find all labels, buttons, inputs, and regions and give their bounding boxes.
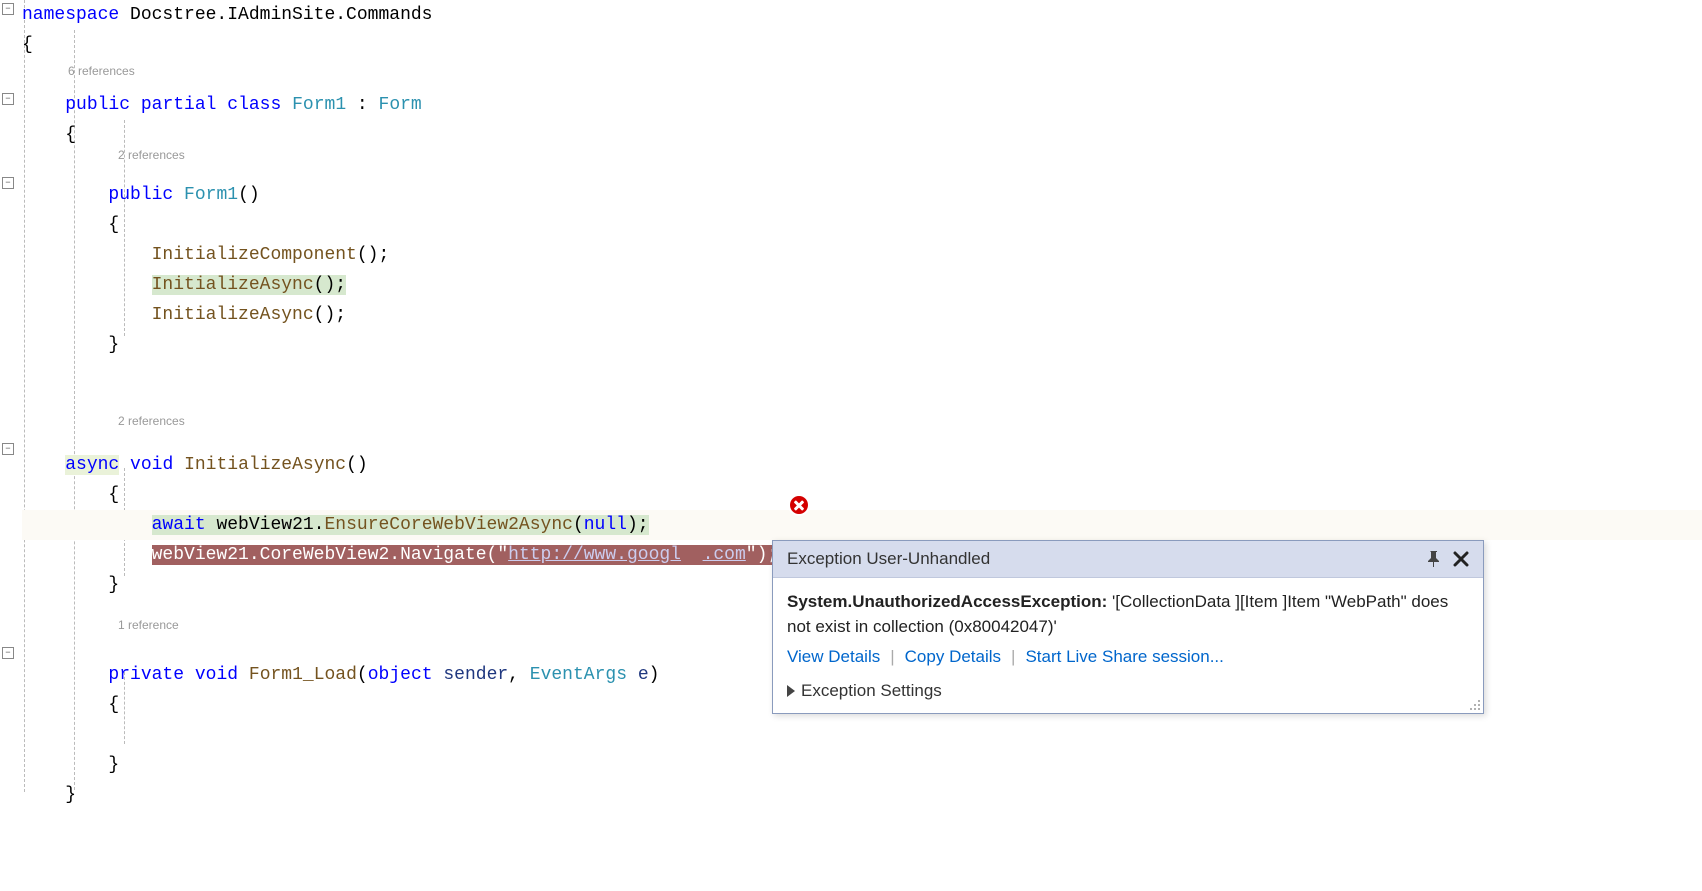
current-line[interactable]: await webView21.EnsureCoreWebView2Async(… — [22, 510, 1702, 540]
expand-icon — [787, 685, 795, 697]
popup-header[interactable]: Exception User-Unhandled — [773, 541, 1483, 578]
code-line[interactable]: namespace Docstree.IAdminSite.Commands — [22, 0, 1702, 30]
fold-toggle[interactable]: − — [2, 177, 14, 189]
spacer-line — [22, 420, 1702, 450]
popup-title: Exception User-Unhandled — [787, 549, 990, 569]
code-line[interactable]: public partial class Form1 : Form — [22, 90, 1702, 120]
code-line[interactable]: { — [22, 480, 1702, 510]
exception-settings-toggle[interactable]: Exception Settings — [773, 677, 1483, 713]
exception-settings-label: Exception Settings — [801, 681, 942, 701]
error-icon[interactable] — [788, 494, 810, 516]
code-line[interactable]: async void InitializeAsync() — [22, 450, 1702, 480]
popup-actions: View Details | Copy Details | Start Live… — [773, 647, 1483, 677]
spacer-line — [22, 150, 1702, 180]
code-editor[interactable]: − − − − − namespace Docstree.IAdminSite.… — [0, 0, 1702, 891]
view-details-link[interactable]: View Details — [787, 647, 880, 667]
pin-icon[interactable] — [1427, 551, 1441, 567]
namespace-name: Docstree.IAdminSite.Commands — [119, 5, 432, 25]
copy-details-link[interactable]: Copy Details — [905, 647, 1001, 667]
code-line[interactable]: { — [22, 30, 1702, 60]
blank-line — [22, 360, 1702, 390]
code-line[interactable]: public Form1() — [22, 180, 1702, 210]
keyword: namespace — [22, 5, 119, 25]
fold-toggle[interactable]: − — [2, 93, 14, 105]
blank-line — [22, 720, 1702, 750]
fold-toggle[interactable]: − — [2, 443, 14, 455]
spacer-line — [22, 60, 1702, 90]
exception-popup[interactable]: Exception User-Unhandled System.Unauthor… — [772, 540, 1484, 714]
code-area[interactable]: namespace Docstree.IAdminSite.Commands {… — [18, 0, 1702, 891]
fold-gutter: − − − − − — [0, 0, 18, 891]
exception-message: System.UnauthorizedAccessException: '[Co… — [773, 578, 1483, 647]
code-line[interactable]: { — [22, 120, 1702, 150]
blank-line — [22, 390, 1702, 420]
code-line[interactable]: InitializeComponent(); — [22, 240, 1702, 270]
exception-type: System.UnauthorizedAccessException: — [787, 592, 1107, 611]
fold-toggle[interactable]: − — [2, 647, 14, 659]
live-share-link[interactable]: Start Live Share session... — [1025, 647, 1223, 667]
code-line[interactable]: } — [22, 330, 1702, 360]
code-line[interactable]: InitializeAsync(); — [22, 300, 1702, 330]
resize-grip[interactable] — [1467, 697, 1481, 711]
code-line[interactable]: InitializeAsync(); — [22, 270, 1702, 300]
code-line[interactable]: } — [22, 780, 1702, 810]
code-line[interactable]: } — [22, 750, 1702, 780]
separator: | — [1011, 647, 1015, 667]
separator: | — [890, 647, 894, 667]
close-icon[interactable] — [1453, 551, 1469, 567]
code-line[interactable]: { — [22, 210, 1702, 240]
popup-header-icons — [1427, 551, 1469, 567]
fold-toggle[interactable]: − — [2, 3, 14, 15]
